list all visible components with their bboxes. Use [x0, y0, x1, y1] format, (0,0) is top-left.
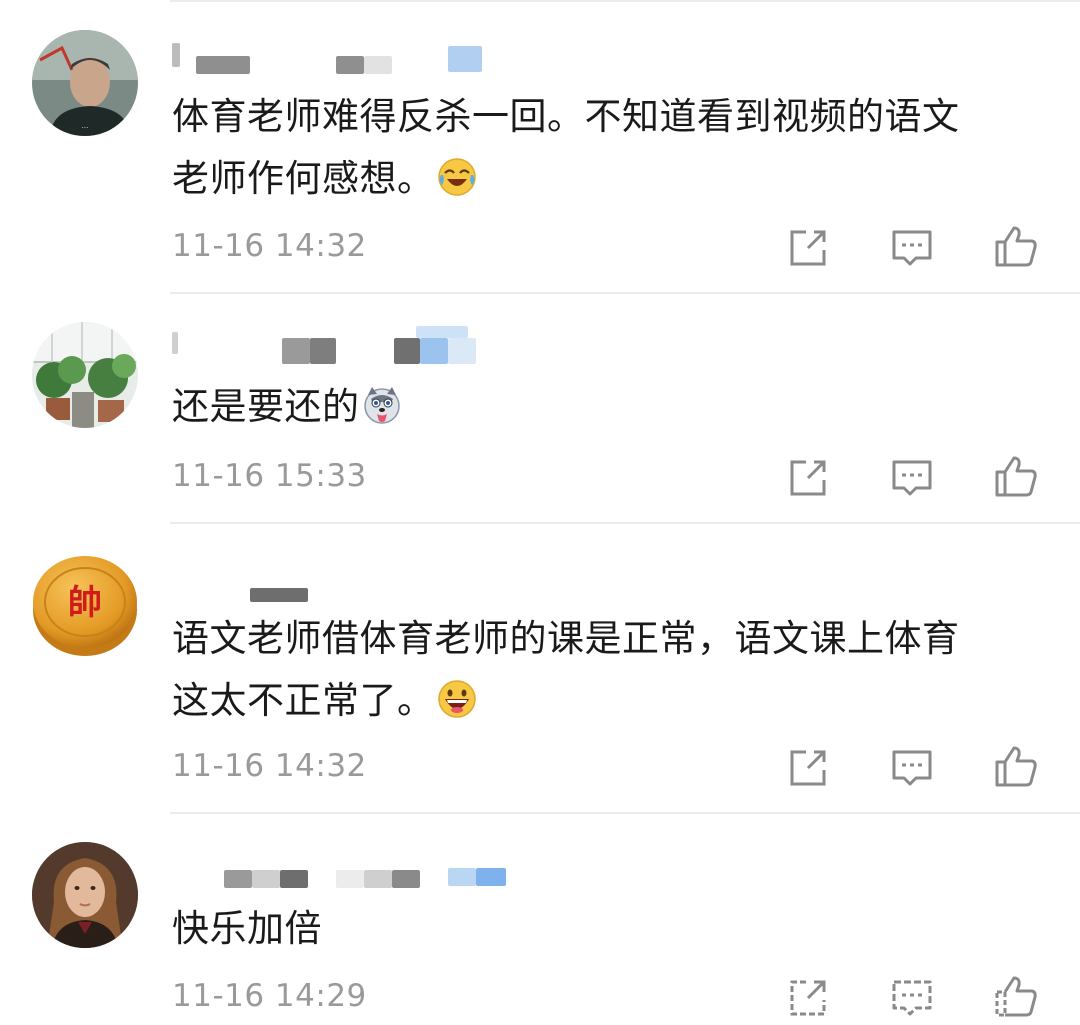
comment-text: 还是要还的: [172, 376, 1052, 438]
avatar[interactable]: 帥: [32, 552, 138, 658]
comment-text-line-1: 还是要还的: [172, 385, 360, 428]
username-redacted[interactable]: [172, 324, 532, 364]
comment-text-line: 还是要还的: [172, 376, 1052, 438]
grinning-emoji-icon: [437, 676, 477, 718]
comment-text-line: 这太不正常了。: [172, 670, 1052, 732]
comment-text: 快乐加倍: [172, 898, 1052, 960]
comment-text-line: 快乐加倍: [172, 907, 322, 950]
share-button[interactable]: [786, 226, 830, 270]
comment-divider: [170, 522, 1080, 524]
reply-button[interactable]: [890, 746, 934, 790]
like-button[interactable]: [994, 974, 1038, 1018]
reply-icon: [892, 460, 932, 496]
comment-timestamp: 11-16 14:32: [172, 748, 367, 784]
chess-piece-avatar-icon: 帥: [32, 552, 138, 658]
avatar[interactable]: [32, 322, 138, 428]
comment-divider: [170, 812, 1080, 814]
top-divider: [170, 0, 1080, 2]
like-icon: [995, 746, 1037, 787]
like-button[interactable]: [994, 224, 1038, 268]
share-button[interactable]: [786, 456, 830, 500]
like-button[interactable]: [994, 744, 1038, 788]
share-icon: [790, 230, 826, 266]
like-icon: [995, 976, 1037, 1017]
girl-portrait-avatar-icon: [32, 842, 138, 948]
comment-text-line: 体育老师难得反杀一回。不知道看到视频的语文: [172, 95, 960, 138]
username-redacted[interactable]: [172, 580, 532, 608]
share-button[interactable]: [786, 746, 830, 790]
comment-text-line: 老师作何感想。: [172, 148, 1052, 210]
svg-text:···: ···: [82, 124, 89, 132]
like-icon: [995, 456, 1037, 497]
comment-timestamp: 11-16 14:29: [172, 978, 367, 1014]
chess-piece-label: 帥: [68, 583, 102, 623]
username-redacted[interactable]: [172, 40, 532, 74]
plants-avatar-icon: [32, 322, 138, 428]
husky-dog-emoji-icon: [362, 382, 402, 424]
share-icon: [790, 460, 826, 496]
avatar[interactable]: ···: [32, 30, 138, 136]
comment-text: 语文老师借体育老师的课是正常，语文课上体育 这太不正常了。: [172, 608, 1052, 732]
share-button[interactable]: [786, 976, 830, 1020]
share-icon: [790, 750, 826, 786]
reply-icon: [892, 750, 932, 786]
comment-text: 体育老师难得反杀一回。不知道看到视频的语文 老师作何感想。: [172, 86, 1052, 210]
username-redacted[interactable]: [172, 862, 532, 890]
reply-icon: [892, 980, 932, 1016]
share-icon: [790, 980, 826, 1016]
reply-icon: [892, 230, 932, 266]
comment-text-line-2: 这太不正常了。: [172, 679, 435, 722]
comment-divider: [170, 292, 1080, 294]
portrait-avatar-icon: ···: [32, 30, 138, 136]
comment-text-line-2: 老师作何感想。: [172, 157, 435, 200]
reply-button[interactable]: [890, 456, 934, 500]
like-icon: [995, 226, 1037, 267]
comment-timestamp: 11-16 15:33: [172, 458, 367, 494]
comment-timestamp: 11-16 14:32: [172, 228, 367, 264]
laughing-crying-emoji-icon: [437, 154, 477, 196]
like-button[interactable]: [994, 454, 1038, 498]
reply-button[interactable]: [890, 976, 934, 1020]
comment-text-line: 语文老师借体育老师的课是正常，语文课上体育: [172, 617, 960, 660]
avatar[interactable]: [32, 842, 138, 948]
reply-button[interactable]: [890, 226, 934, 270]
